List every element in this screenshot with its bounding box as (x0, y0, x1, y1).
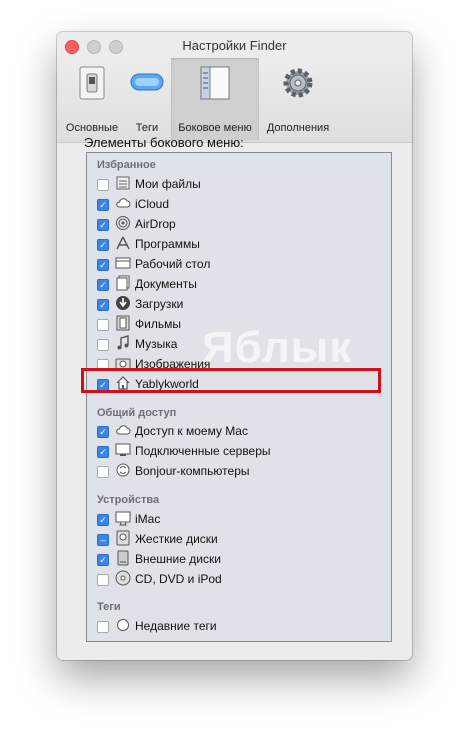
group-header-shared: Общий доступ (97, 407, 177, 419)
tab-advanced[interactable]: Дополнения (259, 58, 337, 140)
tab-label: Боковое меню (178, 122, 252, 134)
checkbox[interactable]: ✓ (97, 199, 109, 211)
movies-icon (116, 315, 130, 331)
checkbox[interactable]: ✓ (97, 426, 109, 438)
list-item-bonjour[interactable]: Bonjour-компьютеры (97, 461, 377, 481)
window-title: Настройки Finder (182, 38, 287, 53)
item-label: Bonjour-компьютеры (135, 464, 250, 478)
list-item-connected-servers[interactable]: ✓ Подключенные серверы (97, 441, 377, 461)
item-label: Музыка (135, 337, 178, 351)
item-label: AirDrop (135, 217, 176, 231)
list-item-back-to-my-mac[interactable]: ✓ Доступ к моему Mac (97, 421, 377, 441)
sidebar-items-list: Избранное Мои файлы ✓ iCloud ✓ AirDrop ✓… (86, 152, 392, 642)
item-label: Внешние диски (135, 552, 221, 566)
list-item-hard-disks[interactable]: – Жесткие диски (97, 529, 377, 549)
item-label: iCloud (135, 197, 170, 211)
item-label: Документы (135, 277, 197, 291)
desktop-icon (115, 257, 131, 269)
list-item-desktop[interactable]: ✓ Рабочий стол (97, 254, 377, 274)
applications-icon (116, 236, 130, 250)
traffic-lights (65, 40, 123, 54)
item-label: CD, DVD и iPod (135, 572, 222, 586)
item-label: Подключенные серверы (135, 444, 271, 458)
list-item-my-files[interactable]: Мои файлы (97, 174, 377, 194)
bonjour-icon (116, 463, 130, 477)
airdrop-icon (116, 216, 130, 230)
finder-preferences-window: Настройки Finder Основные Теги Боковое м… (57, 32, 412, 660)
preferences-toolbar: Основные Теги Боковое меню Дополнения (57, 58, 412, 143)
optical-disc-icon (115, 570, 131, 586)
checkbox[interactable]: ✓ (97, 219, 109, 231)
documents-icon (116, 275, 130, 291)
hard-disk-icon (116, 530, 130, 546)
checkbox[interactable] (97, 621, 109, 633)
downloads-icon (116, 296, 130, 310)
imac-icon (115, 511, 131, 526)
list-item-imac[interactable]: ✓ iMac (97, 509, 377, 529)
item-label: Доступ к моему Mac (135, 424, 248, 438)
external-disk-icon (117, 550, 129, 566)
tag-circle-icon (117, 619, 129, 631)
gear-icon (283, 68, 313, 98)
item-label: Загрузки (135, 297, 184, 311)
zoom-button[interactable] (109, 40, 123, 54)
checkbox[interactable]: – (97, 534, 109, 546)
item-label: Жесткие диски (135, 532, 218, 546)
item-label: Фильмы (135, 317, 181, 331)
list-item-documents[interactable]: ✓ Документы (97, 274, 377, 294)
tab-label: Основные (65, 122, 119, 134)
highlight-box (81, 368, 381, 393)
item-label: Мои файлы (135, 177, 201, 191)
list-item-icloud[interactable]: ✓ iCloud (97, 194, 377, 214)
checkbox[interactable]: ✓ (97, 239, 109, 251)
music-icon (117, 335, 129, 350)
checkbox[interactable]: ✓ (97, 554, 109, 566)
switch-icon (79, 66, 105, 100)
list-item-recent-tags[interactable]: Недавние теги (97, 616, 377, 636)
sidebar-items-label: Элементы бокового меню: (84, 135, 244, 150)
checkbox[interactable] (97, 179, 109, 191)
cloud-icon (116, 425, 131, 435)
tab-tags[interactable]: Теги (123, 58, 171, 140)
sidebar-icon (200, 66, 230, 100)
list-item-airdrop[interactable]: ✓ AirDrop (97, 214, 377, 234)
checkbox[interactable]: ✓ (97, 446, 109, 458)
item-label: iMac (135, 512, 161, 526)
checkbox[interactable] (97, 466, 109, 478)
list-item-optical-media[interactable]: CD, DVD и iPod (97, 569, 377, 589)
list-item-external-disks[interactable]: ✓ Внешние диски (97, 549, 377, 569)
checkbox[interactable] (97, 574, 109, 586)
item-label: Рабочий стол (135, 257, 211, 271)
watermark: Яблык (202, 323, 353, 372)
checkbox[interactable]: ✓ (97, 299, 109, 311)
minimize-button[interactable] (87, 40, 101, 54)
close-button[interactable] (65, 40, 79, 54)
display-icon (115, 443, 131, 456)
group-header-tags: Теги (97, 601, 121, 613)
checkbox[interactable] (97, 339, 109, 351)
titlebar: Настройки Finder (57, 32, 412, 58)
list-item-downloads[interactable]: ✓ Загрузки (97, 294, 377, 314)
tab-label: Дополнения (266, 122, 330, 134)
checkbox[interactable]: ✓ (97, 259, 109, 271)
tab-general[interactable]: Основные (61, 58, 123, 140)
group-header-favorites: Избранное (97, 159, 156, 171)
group-header-devices: Устройства (97, 494, 160, 506)
all-files-icon (116, 176, 130, 190)
checkbox[interactable]: ✓ (97, 514, 109, 526)
item-label: Программы (135, 237, 200, 251)
tab-sidebar[interactable]: Боковое меню (171, 58, 259, 140)
tab-label: Теги (135, 122, 159, 134)
list-item-applications[interactable]: ✓ Программы (97, 234, 377, 254)
checkbox[interactable]: ✓ (97, 279, 109, 291)
item-label: Недавние теги (135, 619, 217, 633)
tag-icon (130, 73, 164, 91)
checkbox[interactable] (97, 319, 109, 331)
cloud-icon (116, 198, 131, 208)
